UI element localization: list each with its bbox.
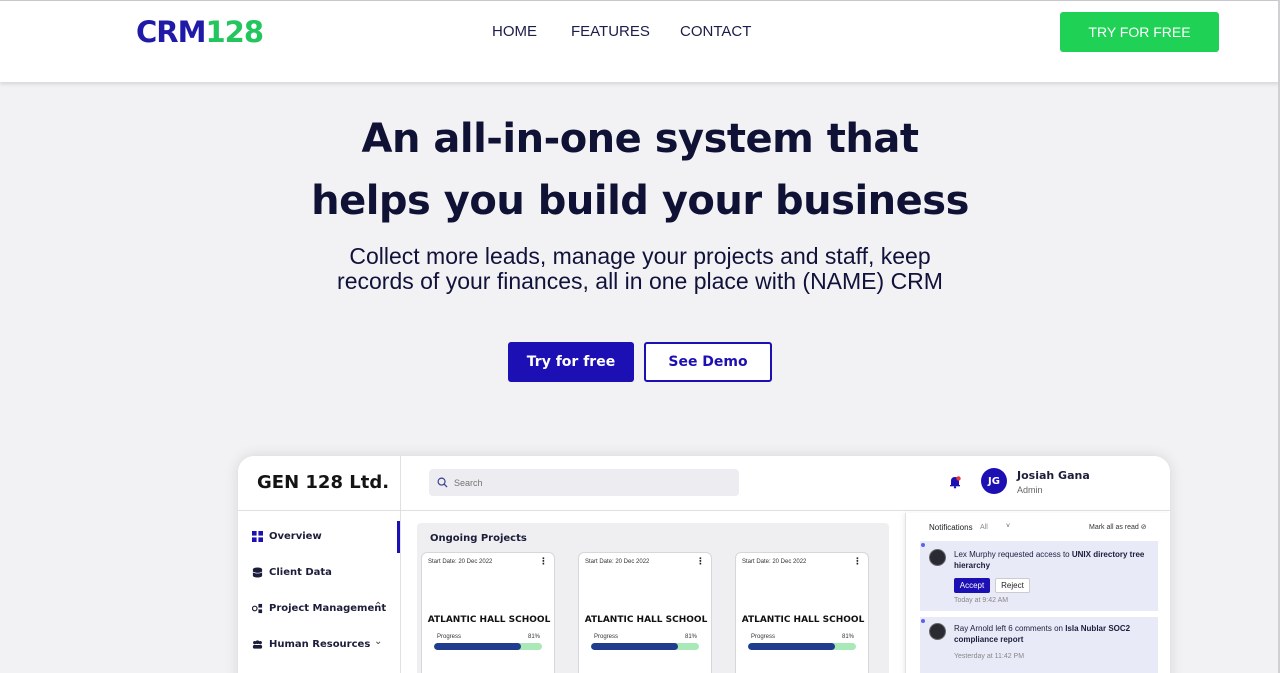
notification-item[interactable]: Ray Arnold left 6 comments on Isla Nubla… [920, 617, 1158, 673]
sidebar-item-label: Client Data [269, 566, 332, 578]
more-options-icon[interactable]: ⋮ [696, 556, 705, 567]
sidebar-item-label: Human Resources [269, 638, 371, 650]
mark-all-read-link[interactable]: Mark all as read ⊘ [1089, 523, 1147, 531]
logo[interactable]: CRM128 [136, 15, 264, 49]
more-options-icon[interactable]: ⋮ [853, 556, 862, 567]
dashboard-brand: GEN 128 Ltd. [257, 472, 390, 493]
check-circle-icon: ⊘ [1140, 524, 1147, 531]
project-start-date: Start Date: 20 Dec 2022 [742, 559, 807, 565]
sidebar-item-project-management[interactable]: Project Management [252, 600, 386, 616]
search-icon [437, 477, 448, 488]
hero-try-for-free-button[interactable]: Try for free [508, 342, 634, 382]
see-demo-button[interactable]: See Demo [644, 342, 772, 382]
project-start-date: Start Date: 20 Dec 2022 [428, 559, 493, 565]
notifications-filter[interactable]: All [980, 524, 988, 531]
accept-button[interactable]: Accept [954, 578, 990, 593]
project-name: ATLANTIC HALL SCHOOL [427, 615, 551, 625]
more-options-icon[interactable]: ⋮ [539, 556, 548, 567]
notification-text: Ray Arnold left 6 comments on Isla Nubla… [954, 624, 1131, 644]
unread-dot [921, 543, 925, 547]
progress-bar [434, 643, 542, 650]
project-name: ATLANTIC HALL SCHOOL [741, 615, 865, 625]
project-card[interactable]: Start Date: 20 Dec 2022 ⋮ ATLANTIC HALL … [421, 552, 555, 673]
hero-title-line: An all-in-one system that [361, 116, 919, 162]
progress-bar [748, 643, 856, 650]
user-role: Admin [1017, 485, 1043, 495]
ongoing-projects-panel: Ongoing Projects Start Date: 20 Dec 2022… [417, 523, 889, 673]
project-icon [252, 603, 263, 613]
avatar [929, 623, 946, 640]
hero-subtitle-line: Collect more leads, manage your projects… [349, 243, 931, 269]
notification-item[interactable]: Lex Murphy requested access to UNIX dire… [920, 541, 1158, 611]
mark-all-read-label: Mark all as read [1089, 524, 1139, 531]
chevron-up-icon[interactable]: ⌃ [374, 601, 382, 612]
unread-dot [921, 619, 925, 623]
progress-label: Progress [437, 634, 462, 640]
progress-percent: 81% [527, 634, 540, 640]
progress-fill [434, 643, 522, 650]
header-divider [238, 510, 1170, 511]
search-input[interactable] [454, 477, 714, 488]
progress-label: Progress [751, 634, 776, 640]
progress-fill [748, 643, 836, 650]
database-icon [252, 566, 263, 578]
hero-title: An all-in-one system that helps you buil… [0, 108, 1280, 232]
notification-time: Yesterday at 11:42 PM [954, 653, 1025, 660]
sidebar-item-client-data[interactable]: Client Data [252, 564, 332, 580]
progress-fill [591, 643, 679, 650]
project-card[interactable]: Start Date: 20 Dec 2022 ⋮ ATLANTIC HALL … [578, 552, 712, 673]
notification-time: Today at 9:42 AM [954, 597, 1009, 604]
notification-bell-icon[interactable] [948, 475, 962, 489]
progress-bar [591, 643, 699, 650]
search-bar[interactable] [429, 469, 739, 496]
hero-subtitle-line: records of your finances, all in one pla… [337, 268, 943, 294]
user-name: Josiah Gana [1017, 469, 1090, 482]
avatar [929, 549, 946, 566]
sidebar-active-indicator [397, 521, 400, 553]
project-name: ATLANTIC HALL SCHOOL [584, 615, 708, 625]
sidebar-item-label: Overview [269, 530, 322, 542]
user-avatar[interactable]: JG [981, 468, 1007, 494]
project-start-date: Start Date: 20 Dec 2022 [585, 559, 650, 565]
project-card[interactable]: Start Date: 20 Dec 2022 ⋮ ATLANTIC HALL … [735, 552, 869, 673]
ongoing-projects-title: Ongoing Projects [430, 533, 527, 544]
caret-down-icon[interactable]: ˅ [1006, 523, 1010, 530]
reject-button[interactable]: Reject [995, 578, 1030, 593]
sidebar-divider [400, 456, 401, 673]
nav-contact-link[interactable]: CONTACT [680, 23, 751, 40]
notification-text: Lex Murphy requested access to UNIX dire… [954, 550, 1145, 570]
notifications-title: Notifications [929, 523, 973, 532]
progress-percent: 81% [841, 634, 854, 640]
hero-title-line: helps you build your business [311, 178, 969, 224]
nav-home-link[interactable]: HOME [492, 23, 537, 40]
nav-features-link[interactable]: FEATURES [571, 23, 650, 40]
try-for-free-button[interactable]: TRY FOR FREE [1060, 12, 1219, 52]
dashboard-preview: GEN 128 Ltd. Overview Client Data Projec… [238, 456, 1170, 673]
people-icon [252, 639, 263, 649]
sidebar-item-human-resources[interactable]: Human Resources [252, 636, 370, 652]
top-navbar: CRM128 HOME FEATURES CONTACT TRY FOR FRE… [0, 0, 1280, 82]
progress-percent: 81% [684, 634, 697, 640]
grid-icon [252, 530, 263, 542]
hero-subtitle: Collect more leads, manage your projects… [0, 244, 1280, 294]
sidebar-item-overview[interactable]: Overview [252, 528, 322, 544]
notifications-panel: Notifications All ˅ Mark all as read ⊘ L… [905, 513, 1169, 673]
progress-label: Progress [594, 634, 619, 640]
sidebar-item-label: Project Management [269, 602, 387, 614]
chevron-down-icon[interactable]: ⌄ [374, 636, 382, 647]
